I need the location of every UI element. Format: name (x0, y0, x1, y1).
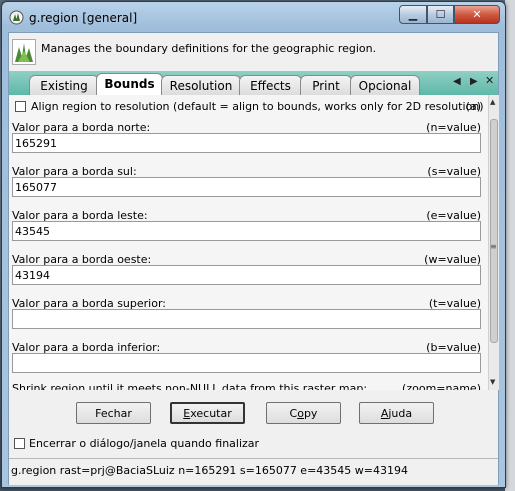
module-description: Manages the boundary definitions for the… (41, 42, 377, 55)
west-input[interactable]: 43194 (12, 265, 481, 285)
close-on-finish-checkbox[interactable] (14, 438, 25, 449)
tab-close-icon[interactable]: ✕ (485, 74, 494, 87)
east-input[interactable]: 43545 (12, 221, 481, 241)
copy-button-rest: py (303, 407, 318, 420)
scroll-down-icon[interactable]: ▼ (490, 378, 495, 386)
shrink-label: Shrink region until it meets non-NULL da… (12, 382, 368, 390)
align-resolution-label: Align region to resolution (default = al… (31, 100, 484, 113)
button-row: Fechar Executar Copy Ajuda (9, 390, 498, 430)
tab-next-icon[interactable]: ▶ (470, 76, 478, 87)
align-resolution-checkbox[interactable] (15, 101, 26, 112)
help-button[interactable]: Ajuda (359, 402, 434, 424)
bottom-input[interactable] (12, 353, 481, 373)
tab-opcional[interactable]: Opcional (350, 75, 420, 95)
panel-scrollbar[interactable]: ▲ ≡ ▼ (488, 95, 499, 390)
grass-app-icon (9, 10, 24, 25)
south-input[interactable]: 165077 (12, 177, 481, 197)
minimize-button[interactable]: ▁ (399, 5, 427, 24)
maximize-icon: ☐ (435, 8, 446, 21)
close-button[interactable]: Fechar (76, 402, 151, 424)
run-button-rest: xecutar (190, 407, 232, 420)
tab-prev-icon[interactable]: ◀ (453, 76, 461, 87)
background-window-edge (505, 0, 515, 491)
scroll-grip-icon: ≡ (490, 242, 497, 251)
tab-existing[interactable]: Existing (29, 75, 99, 95)
copy-button-accel: o (297, 407, 304, 420)
close-on-finish-label: Encerrar o diálogo/janela quando finaliz… (29, 437, 260, 450)
scrollbar-thumb[interactable] (490, 119, 498, 343)
close-button-label: Fechar (95, 407, 132, 420)
top-input[interactable] (12, 309, 481, 329)
tab-bounds[interactable]: Bounds (96, 73, 163, 96)
dialog-body: Manages the boundary definitions for the… (8, 32, 499, 485)
minimize-icon: ▁ (408, 8, 418, 21)
copy-button[interactable]: Copy (266, 402, 341, 424)
command-preview: g.region rast=prj@BaciaSLuiz n=165291 s=… (11, 464, 408, 477)
align-resolution-flag: (a) (465, 100, 481, 113)
close-icon: ✕ (472, 8, 482, 21)
run-button[interactable]: Executar (170, 402, 245, 424)
tab-effects[interactable]: Effects (239, 75, 302, 95)
help-button-rest: juda (388, 407, 413, 420)
north-input[interactable]: 165291 (12, 133, 481, 153)
maximize-button[interactable]: ☐ (427, 5, 454, 24)
window-title: g.region [general] (29, 11, 138, 25)
title-bar[interactable]: g.region [general] ▁ ☐ ✕ (2, 2, 505, 32)
tab-bar: Existing Bounds Resolution Effects Print… (9, 71, 498, 96)
close-window-button[interactable]: ✕ (454, 5, 500, 24)
g-region-dialog: g.region [general] ▁ ☐ ✕ Manages the bou… (1, 1, 506, 488)
shrink-hint: (zoom=name) (402, 382, 481, 390)
tab-print[interactable]: Print (300, 75, 352, 95)
tab-resolution[interactable]: Resolution (161, 75, 241, 95)
grass-logo-icon (12, 39, 36, 65)
bounds-panel: Align region to resolution (default = al… (9, 95, 488, 390)
status-bar: g.region rast=prj@BaciaSLuiz n=165291 s=… (9, 458, 498, 485)
scroll-up-icon[interactable]: ▲ (490, 98, 495, 106)
module-header: Manages the boundary definitions for the… (9, 33, 498, 71)
